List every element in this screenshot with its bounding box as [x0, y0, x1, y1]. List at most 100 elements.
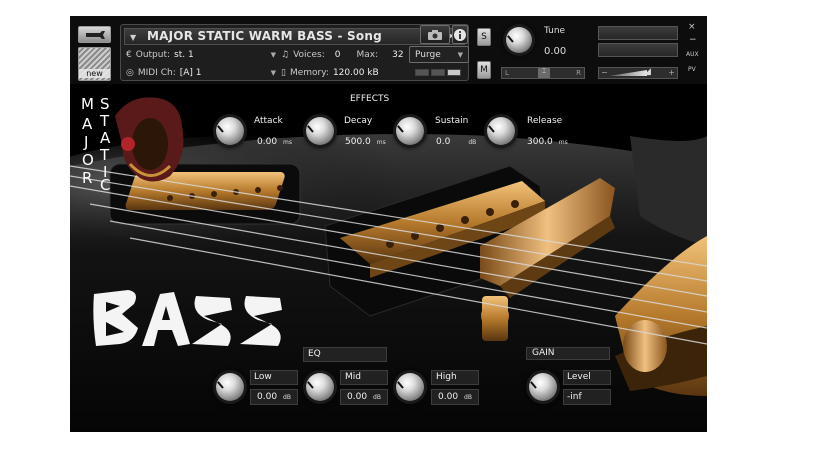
max-label: Max:: [356, 49, 379, 60]
cpu-meter-segment: [415, 69, 429, 76]
volume-plus-label: +: [668, 68, 675, 77]
mute-button[interactable]: M: [477, 61, 491, 79]
release-label: Release: [527, 116, 563, 126]
eq-mid-value: 0.00: [347, 392, 368, 402]
voices-value: 0: [334, 49, 341, 60]
output-dropdown-icon[interactable]: ▼: [271, 51, 276, 59]
output-icon: €: [126, 49, 132, 60]
memory-value: 120.00 kB: [332, 67, 379, 78]
eq-high-value-field[interactable]: 0.00 dB: [438, 392, 472, 402]
tune-knob[interactable]: [506, 27, 532, 53]
attack-value: 0.00: [257, 137, 278, 147]
bass-brush-lettering: [93, 290, 282, 346]
eq-low-value: 0.00: [257, 392, 278, 402]
volume-minus-label: −: [601, 68, 608, 77]
logo-letter: A: [82, 115, 93, 133]
attack-unit: ms: [283, 139, 293, 146]
memory-label: Memory:: [289, 67, 329, 78]
eq-low-label: Low: [254, 372, 272, 382]
sustain-knob[interactable]: [396, 117, 424, 145]
pan-handle[interactable]: ⌶: [538, 68, 550, 78]
midi-dropdown-icon[interactable]: ▼: [271, 69, 276, 77]
voices-label: Voices:: [293, 49, 325, 60]
volume-fill: [609, 70, 647, 76]
gain-level-knob[interactable]: [529, 373, 557, 401]
midi-icon: ◎: [126, 67, 134, 78]
logo-letter: M: [81, 95, 94, 113]
midi-value[interactable]: [A] 1: [180, 68, 202, 78]
level-meter-right: [598, 43, 678, 57]
eq-mid-unit: dB: [373, 394, 381, 401]
attack-knob[interactable]: [216, 117, 244, 145]
sustain-value: 0.0: [436, 137, 451, 147]
instrument-header: new ▼ MAJOR STATIC WARM BASS - Song ◀ ▶ …: [70, 16, 707, 84]
release-value-field[interactable]: 300.0 ms: [527, 137, 568, 147]
attack-value-field[interactable]: 0.00 ms: [257, 137, 292, 147]
purge-dropdown-icon[interactable]: ▼: [458, 51, 463, 59]
volume-handle[interactable]: ◢: [644, 67, 651, 77]
release-knob[interactable]: [487, 117, 515, 145]
camera-icon[interactable]: [420, 25, 450, 44]
logo-letter: S: [100, 95, 110, 113]
gain-title: GAIN: [532, 348, 555, 358]
voices-row: ♫ Voices: 0 Max: 32: [281, 47, 411, 62]
output-label: Output:: [135, 49, 171, 60]
max-voices-value[interactable]: 32: [392, 50, 403, 60]
decay-value: 500.0: [345, 137, 371, 147]
logo-letter: J: [84, 133, 89, 151]
decay-knob[interactable]: [306, 117, 334, 145]
tune-value[interactable]: 0.00: [544, 46, 566, 57]
release-unit: ms: [558, 139, 568, 146]
minimize-icon[interactable]: −: [689, 35, 697, 45]
decay-value-field[interactable]: 500.0 ms: [345, 137, 386, 147]
output-value[interactable]: st. 1: [174, 50, 194, 60]
info-icon[interactable]: [452, 25, 468, 44]
new-instrument-button[interactable]: new: [78, 47, 111, 81]
close-icon[interactable]: ×: [688, 22, 696, 32]
midi-label: MIDI Ch:: [137, 67, 176, 78]
solo-button[interactable]: S: [477, 28, 491, 46]
logo-letter: A: [100, 129, 111, 147]
bass-logo: [90, 288, 285, 350]
eq-mid-value-field[interactable]: 0.00 dB: [347, 392, 381, 402]
decay-unit: ms: [376, 139, 386, 146]
sustain-unit: dB: [468, 139, 477, 146]
volume-slider[interactable]: − ◢ +: [598, 67, 678, 79]
eq-low-knob[interactable]: [216, 373, 244, 401]
logo-letter: C: [100, 176, 111, 194]
eq-mid-knob[interactable]: [306, 373, 334, 401]
gain-level-value[interactable]: -inf: [567, 392, 582, 402]
memory-icon: ▯: [281, 67, 286, 78]
purge-dropdown[interactable]: Purge ▼: [409, 46, 469, 63]
logo-letter: O: [82, 151, 94, 169]
attack-label: Attack: [254, 116, 283, 126]
eq-high-knob[interactable]: [396, 373, 424, 401]
eq-low-value-field[interactable]: 0.00 dB: [257, 392, 291, 402]
logo-letter: T: [100, 112, 110, 130]
title-dropdown-icon[interactable]: ▼: [130, 33, 136, 42]
sustain-value-field[interactable]: 0.0 dB: [436, 137, 476, 147]
voices-icon: ♫: [281, 49, 290, 60]
cpu-meter-segment: [431, 69, 445, 76]
effects-title: EFFECTS: [350, 94, 390, 104]
midi-row[interactable]: ◎ MIDI Ch: [A] 1 ▼: [126, 65, 276, 80]
new-label: new: [79, 69, 110, 78]
instrument-title-bar[interactable]: ▼ MAJOR STATIC WARM BASS - Song ◀ ▶: [124, 28, 465, 45]
level-meter-left: [598, 26, 678, 40]
purge-label: Purge: [415, 49, 441, 60]
instrument-title[interactable]: MAJOR STATIC WARM BASS - Song: [147, 29, 382, 43]
eq-mid-label: Mid: [345, 372, 361, 382]
logo-letter: T: [100, 146, 110, 164]
wrench-icon[interactable]: [78, 26, 111, 43]
output-row[interactable]: € Output: st. 1 ▼: [126, 47, 276, 62]
eq-high-unit: dB: [464, 394, 472, 401]
eq-high-value: 0.00: [438, 392, 459, 402]
pan-slider[interactable]: L ⌶ R: [501, 67, 585, 79]
pv-label[interactable]: PV: [688, 66, 696, 73]
eq-high-label: High: [436, 372, 457, 382]
tune-label: Tune: [544, 26, 566, 36]
logo-letter: R: [82, 169, 93, 187]
cpu-meter-segment: [447, 69, 461, 76]
memory-row: ▯ Memory: 120.00 kB: [281, 65, 411, 80]
aux-label[interactable]: AUX: [686, 51, 699, 58]
